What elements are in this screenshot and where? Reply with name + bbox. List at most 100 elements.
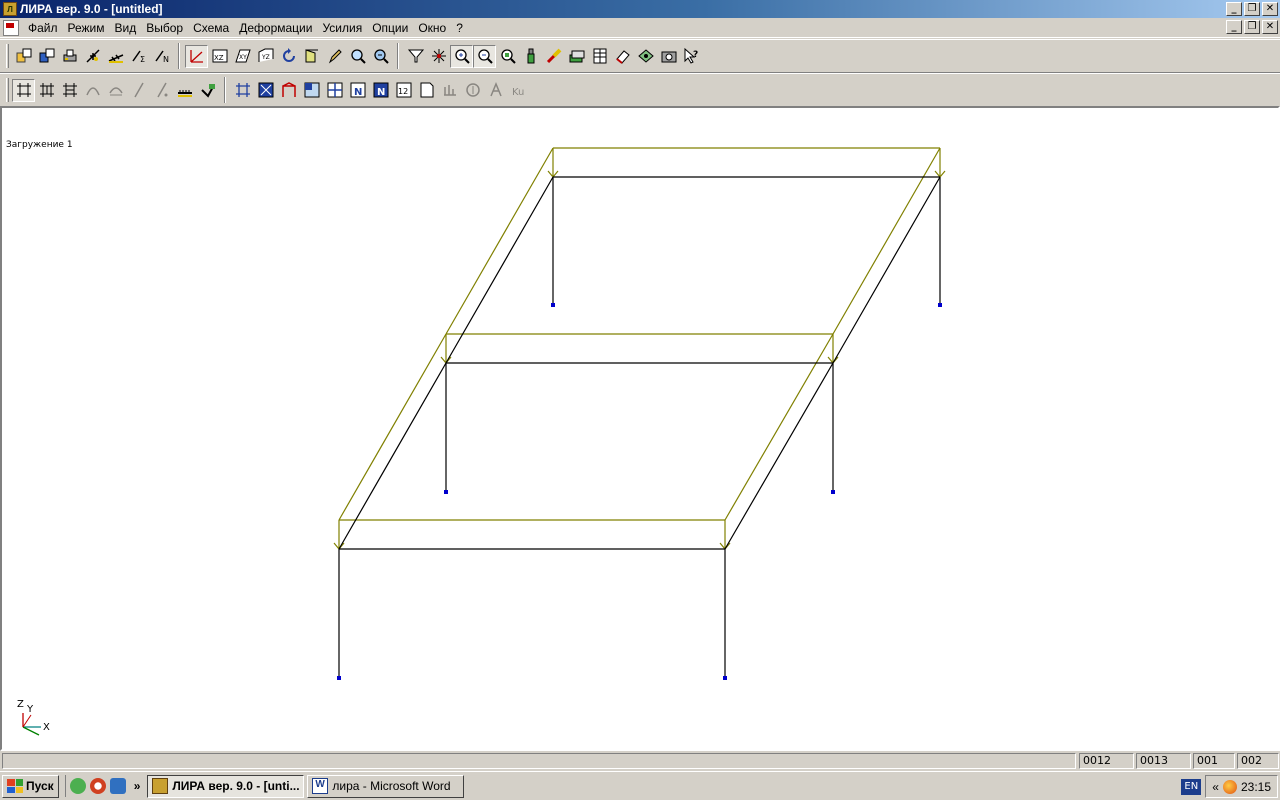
curve-icon[interactable] (81, 79, 104, 102)
frame-beam[interactable] (338, 362, 447, 550)
k-dim-icon[interactable]: Ku (507, 79, 530, 102)
tray-app-icon[interactable] (1222, 779, 1237, 794)
projection-icon[interactable] (300, 45, 323, 68)
axis-y-line[interactable] (22, 726, 40, 736)
table-icon[interactable] (588, 45, 611, 68)
load-arrowhead[interactable] (333, 542, 340, 550)
axes-icon[interactable] (185, 44, 208, 68)
load-outline-edge[interactable] (338, 333, 447, 521)
zoom-window-icon[interactable] (496, 45, 519, 68)
grid-b-icon[interactable] (35, 79, 58, 102)
frame-grid-icon[interactable] (231, 79, 254, 102)
support-node[interactable] (831, 490, 835, 494)
panel-grid-icon[interactable] (323, 79, 346, 102)
toolbar-grip[interactable] (6, 44, 9, 68)
axis-diag-line[interactable] (22, 714, 32, 728)
panel-12-icon[interactable]: 12 (392, 79, 415, 102)
print-icon[interactable] (58, 45, 81, 68)
frame-beam[interactable] (724, 362, 834, 550)
panel-nb-icon[interactable]: N (369, 79, 392, 102)
xz-plane-icon[interactable]: XZ (208, 45, 231, 68)
help-cursor-icon[interactable]: ? (680, 45, 703, 68)
tick-flag-icon[interactable] (196, 79, 219, 102)
load-arrowhead[interactable] (939, 170, 946, 178)
language-indicator[interactable]: EN (1181, 778, 1202, 795)
yz-plane-icon[interactable]: YZ (254, 45, 277, 68)
rotate-icon[interactable] (277, 45, 300, 68)
support-node[interactable] (551, 303, 555, 307)
support-node[interactable] (938, 303, 942, 307)
task-word[interactable]: лира - Microsoft Word (307, 774, 465, 798)
camera-icon[interactable] (657, 45, 680, 68)
support-node[interactable] (337, 676, 341, 680)
quicklaunch-more[interactable]: » (134, 779, 141, 793)
load-arrowhead[interactable] (547, 170, 554, 178)
zoom-in-icon[interactable] (450, 44, 473, 68)
menu-window[interactable]: Окно (413, 19, 451, 37)
sum-load-icon[interactable]: Σ (127, 45, 150, 68)
start-button[interactable]: Пуск (2, 774, 59, 798)
doc-close-button[interactable]: ✕ (1262, 20, 1278, 34)
frame-beam[interactable] (832, 176, 941, 364)
lira-app-icon[interactable]: Л (3, 2, 17, 16)
scheme-open-icon[interactable] (12, 45, 35, 68)
shield-dim-icon[interactable] (461, 79, 484, 102)
load-outline-edge[interactable] (724, 333, 834, 521)
load-arrowhead[interactable] (440, 356, 447, 364)
filter-icon[interactable] (404, 45, 427, 68)
panel-blue-icon[interactable] (300, 79, 323, 102)
tray-expand-button[interactable]: « (1212, 780, 1219, 794)
close-button[interactable]: ✕ (1262, 2, 1278, 16)
support-node[interactable] (444, 490, 448, 494)
load-outline-edge[interactable] (445, 147, 554, 335)
fill-panel-icon[interactable] (254, 79, 277, 102)
erase-icon[interactable] (611, 45, 634, 68)
menu-mode[interactable]: Режим (63, 19, 110, 37)
task-lira[interactable]: ЛИРА вер. 9.0 - [unti... (147, 774, 305, 798)
load-arrowhead[interactable] (934, 170, 941, 178)
slash-icon[interactable] (127, 79, 150, 102)
pencil-icon[interactable] (323, 45, 346, 68)
zoom-icon[interactable] (346, 45, 369, 68)
menu-view[interactable]: Вид (110, 19, 142, 37)
load-case-icon[interactable] (104, 45, 127, 68)
menu-deformations[interactable]: Деформации (234, 19, 317, 37)
load-arrowhead[interactable] (719, 542, 726, 550)
menu-select[interactable]: Выбор (141, 19, 188, 37)
section-icon[interactable] (634, 45, 657, 68)
panel-n-icon[interactable]: N (346, 79, 369, 102)
scheme-save-icon[interactable] (35, 45, 58, 68)
xyz-plane-icon[interactable]: XY (231, 45, 254, 68)
axes-dim-icon[interactable] (484, 79, 507, 102)
menu-forces[interactable]: Усилия (317, 19, 367, 37)
minimize-button[interactable]: _ (1226, 2, 1242, 16)
menu-file[interactable]: Файл (23, 19, 63, 37)
frame-beam[interactable] (445, 176, 554, 364)
opera-icon[interactable] (89, 778, 106, 794)
slash-dot-icon[interactable] (150, 79, 173, 102)
document-icon[interactable] (3, 19, 19, 36)
n-load-icon[interactable]: N (150, 45, 173, 68)
bars-dim-icon[interactable] (438, 79, 461, 102)
clock[interactable]: 23:15 (1241, 780, 1271, 794)
page-icon[interactable] (415, 79, 438, 102)
menu-help[interactable]: ? (451, 19, 468, 37)
brush-icon[interactable] (542, 45, 565, 68)
ruler-icon[interactable] (173, 79, 196, 102)
load-icon[interactable] (81, 45, 104, 68)
load-arrowhead[interactable] (552, 170, 559, 178)
doc-restore-button[interactable]: ❐ (1244, 20, 1260, 34)
network-icon[interactable] (109, 778, 126, 794)
support-node[interactable] (723, 676, 727, 680)
menu-options[interactable]: Опции (367, 19, 413, 37)
bottle-icon[interactable] (519, 45, 542, 68)
model-canvas[interactable]: Загружение 1 ZYX (0, 106, 1280, 751)
menu-scheme[interactable]: Схема (188, 19, 234, 37)
arch-icon[interactable] (277, 79, 300, 102)
title-bar[interactable]: Л ЛИРА вер. 9.0 - [untitled] _ ❐ ✕ (0, 0, 1280, 18)
frame-model-view[interactable]: Z YX (2, 108, 1278, 749)
utorrent-icon[interactable] (69, 778, 86, 794)
grid-a-icon[interactable] (12, 78, 35, 102)
star-node-icon[interactable] (427, 45, 450, 68)
grid-c-icon[interactable] (58, 79, 81, 102)
